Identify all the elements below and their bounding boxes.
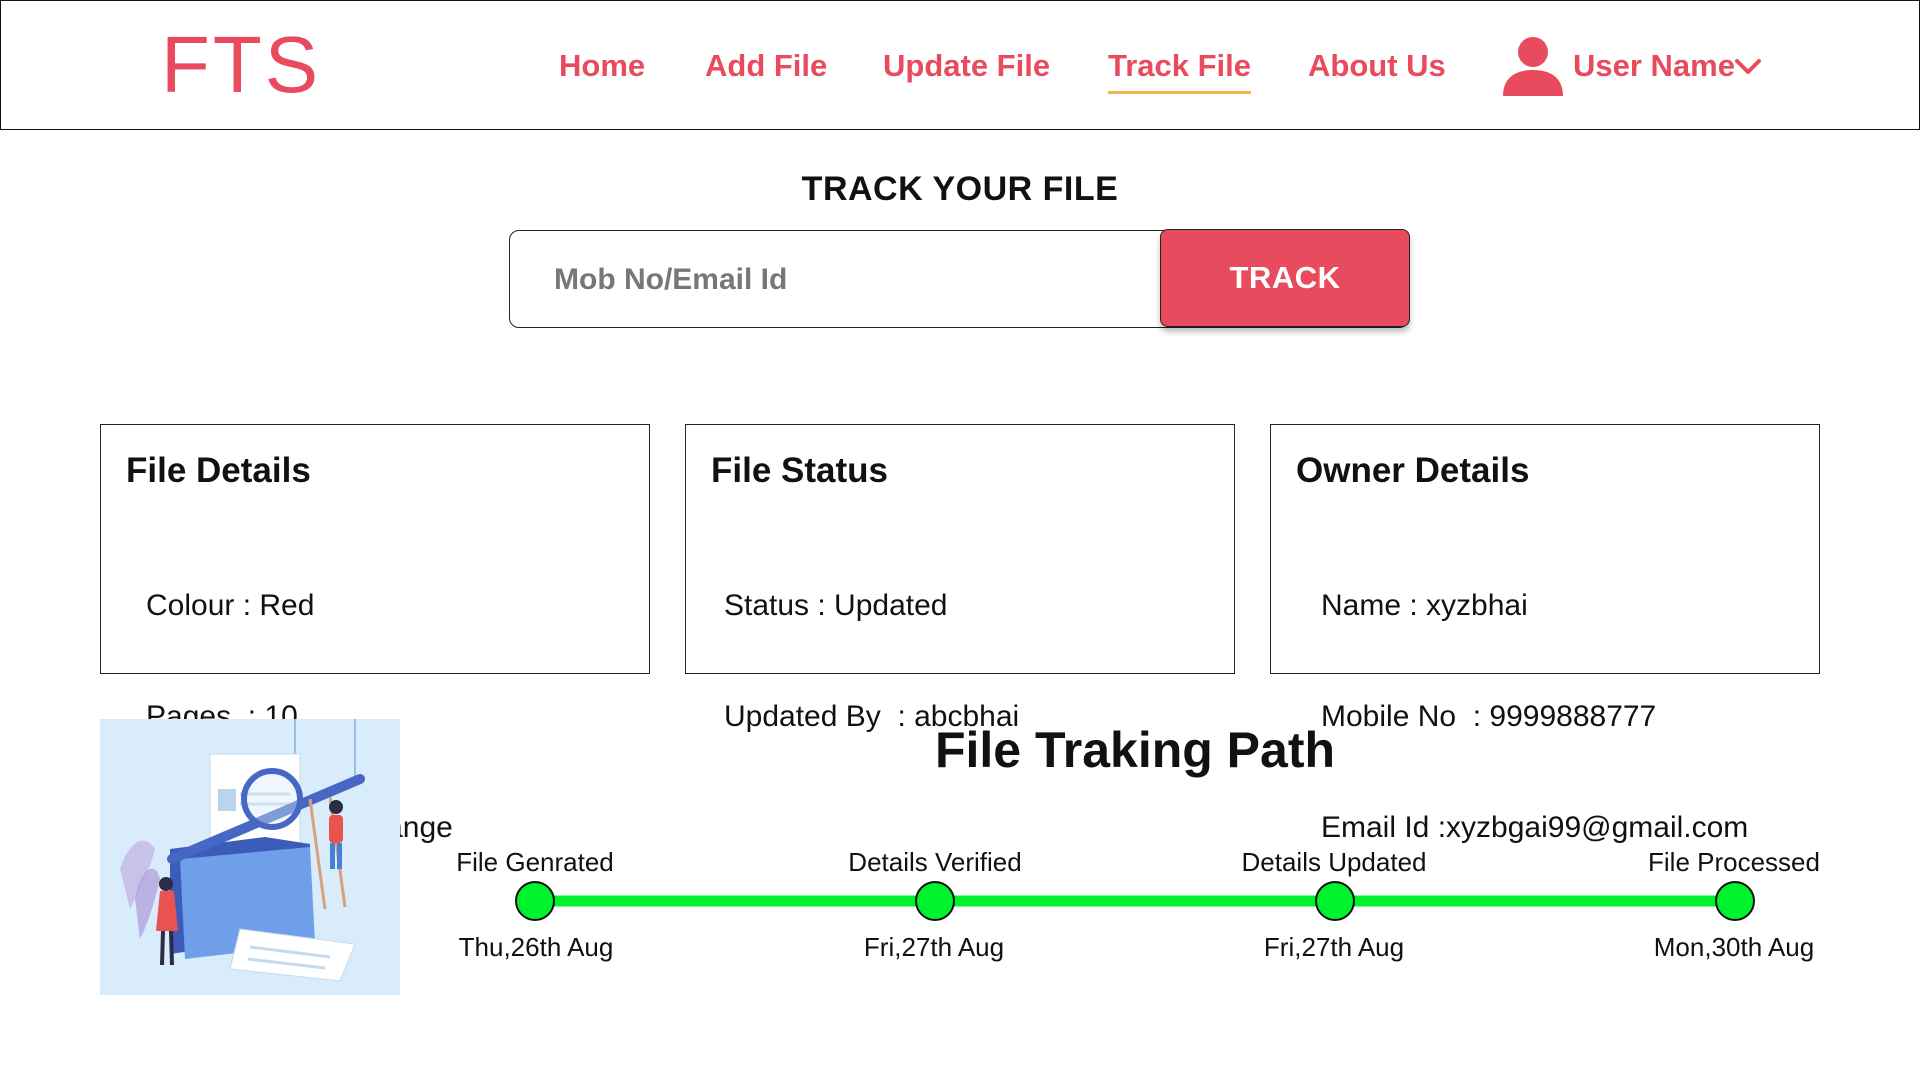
card-title: File Status [711,451,888,490]
step-label: File Genrated [456,847,614,877]
nav-add-file[interactable]: Add File [705,46,827,86]
detail-line: Name : xyzbhai [1321,589,1528,622]
top-navbar: FTS Home Add File Update File Track File… [0,0,1920,130]
tracking-path-title: File Traking Path [934,722,1336,778]
nav-home[interactable]: Home [559,46,645,86]
card-title: Owner Details [1296,451,1530,490]
step-label: Details Updated [1241,847,1427,877]
nav-update-file[interactable]: Update File [883,46,1050,86]
card-title: File Details [126,451,311,490]
mobile-email-input[interactable] [552,255,1116,305]
user-name-menu[interactable]: User Name [1573,46,1735,86]
step-label: File Processed [1648,847,1820,877]
step-label: Details Verified [848,847,1022,877]
step-node-generated [515,881,555,921]
user-icon[interactable] [1501,34,1565,98]
detail-line: Email Id :xyzbgai99@gmail.com [1321,811,1749,844]
chevron-down-icon[interactable] [1734,54,1762,78]
step-date: Mon,30th Aug [1653,932,1815,962]
file-status-card: File Status Status : Updated Updated By … [685,424,1235,733]
step-date: Fri,27th Aug [1263,932,1405,962]
track-form: TRACK [509,229,1410,328]
app-logo[interactable]: FTS [161,21,321,109]
track-title: TRACK YOUR FILE [801,170,1119,208]
detail-line: Colour : Red [146,589,315,622]
file-details-card: File Details Colour : Red Pages : 10 Rea… [100,424,650,844]
detail-line: Status : Updated [724,589,948,622]
track-button[interactable]: TRACK [1160,229,1410,327]
nav-track-file[interactable]: Track File [1108,46,1252,94]
nav-about-us[interactable]: About Us [1308,46,1446,86]
step-date: Thu,26th Aug [458,932,614,962]
step-node-verified [915,881,955,921]
file-search-illustration [100,719,400,995]
step-date: Fri,27th Aug [863,932,1005,962]
owner-details-card: Owner Details Name : xyzbhai Mobile No :… [1270,424,1820,844]
